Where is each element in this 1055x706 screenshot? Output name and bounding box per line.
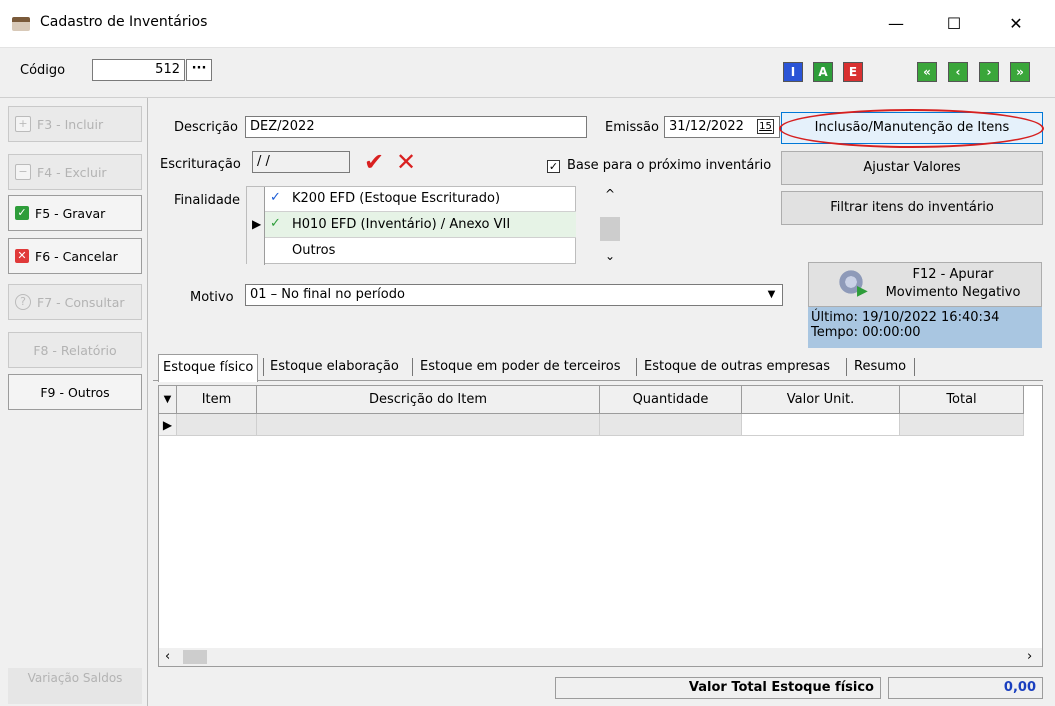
tab-separator (263, 358, 264, 376)
record-toolbar: Código 512 ··· I A E « ‹ › » (0, 48, 1055, 98)
tab-separator (846, 358, 847, 376)
chevron-down-icon[interactable]: ▼ (761, 285, 782, 305)
others-button[interactable]: F9 - Outros (8, 374, 142, 410)
cancel-button[interactable]: ✕ F6 - Cancelar (8, 238, 142, 274)
next-record-button[interactable]: › (979, 62, 999, 82)
motivo-label: Motivo (190, 290, 234, 305)
insert-mode-button[interactable]: I (783, 62, 803, 82)
grid-cell[interactable] (600, 414, 742, 436)
minimize-button[interactable]: — (873, 0, 919, 48)
tab-separator (914, 358, 915, 376)
variation-balances-button[interactable]: Variação Saldos (8, 668, 142, 704)
row-pointer-icon: ▶ (252, 217, 262, 231)
column-header-item[interactable]: Item (177, 386, 257, 414)
delete-button[interactable]: − F4 - Excluir (8, 154, 142, 190)
check-icon: ✓ (270, 190, 281, 205)
finalidade-item[interactable]: ✓ H010 EFD (Inventário) / Anexo VII (265, 212, 576, 238)
scroll-up-icon[interactable]: ^ (600, 187, 620, 201)
base-label: Base para o próximo inventário (567, 158, 772, 173)
clear-x-icon[interactable]: ✕ (396, 148, 416, 176)
play-icon: ▶ (857, 283, 868, 299)
title-bar: Cadastro de Inventários — ☐ ✕ (0, 0, 1055, 48)
maximize-button[interactable]: ☐ (931, 0, 977, 48)
sidebar: + F3 - Incluir − F4 - Excluir ✓ F5 - Gra… (0, 98, 148, 706)
plus-icon: + (15, 116, 31, 132)
scroll-left-icon[interactable]: ‹ (165, 649, 170, 664)
row-indicator-header: ▼ (159, 386, 177, 414)
window-title: Cadastro de Inventários (40, 14, 208, 30)
tab-estoque-elaboracao[interactable]: Estoque elaboração (266, 354, 403, 380)
codigo-lookup-button[interactable]: ··· (186, 59, 212, 81)
codigo-label: Código (20, 63, 66, 78)
first-record-button[interactable]: « (917, 62, 937, 82)
column-header-descricao[interactable]: Descrição do Item (257, 386, 600, 414)
finalidade-list: ▶ ✓ K200 EFD (Estoque Escriturado) ✓ H01… (246, 186, 576, 265)
finalidade-scrollbar[interactable]: ^ ⌄ (600, 187, 620, 265)
base-checkbox[interactable]: ✓ (547, 160, 560, 173)
total-label: Valor Total Estoque físico (555, 677, 881, 699)
highlight-ellipse (779, 109, 1044, 148)
escrituracao-field[interactable]: / / (252, 151, 350, 173)
query-button[interactable]: ? F7 - Consultar (8, 284, 142, 320)
grid-cell[interactable] (177, 414, 257, 436)
apuracao-status: Último: 19/10/2022 16:40:34 Tempo: 00:00… (808, 307, 1042, 348)
tab-estoque-fisico[interactable]: Estoque físico (158, 354, 259, 382)
motivo-select[interactable]: 01 – No final no período (245, 284, 783, 306)
tab-underline (153, 380, 1043, 381)
calendar-icon[interactable]: 15 (757, 119, 774, 134)
tab-resumo[interactable]: Resumo (850, 354, 910, 380)
help-icon: ? (15, 294, 31, 310)
scroll-right-icon[interactable]: › (1027, 649, 1032, 664)
column-header-total[interactable]: Total (900, 386, 1024, 414)
row-pointer-icon: ▶ (159, 414, 177, 436)
report-button[interactable]: F8 - Relatório (8, 332, 142, 368)
confirm-check-icon[interactable]: ✔ (364, 148, 384, 176)
previous-record-button[interactable]: ‹ (948, 62, 968, 82)
finalidade-label: Finalidade (174, 193, 241, 208)
ultimo-text: Último: 19/10/2022 16:40:34 (811, 310, 1000, 325)
total-value: 0,00 (888, 677, 1043, 699)
last-record-button[interactable]: » (1010, 62, 1030, 82)
grid-cell[interactable] (742, 414, 900, 436)
scroll-thumb[interactable] (600, 217, 620, 241)
descricao-label: Descrição (174, 120, 238, 135)
horizontal-scrollbar[interactable]: ‹ › (159, 648, 1042, 666)
filtrar-itens-button[interactable]: Filtrar itens do inventário (781, 191, 1043, 225)
include-button[interactable]: + F3 - Incluir (8, 106, 142, 142)
minus-icon: − (15, 164, 31, 180)
column-header-valor-unit[interactable]: Valor Unit. (742, 386, 900, 414)
column-header-quantidade[interactable]: Quantidade (600, 386, 742, 414)
tab-estoque-outras-empresas[interactable]: Estoque de outras empresas (640, 354, 834, 380)
tab-separator (412, 358, 413, 376)
scroll-thumb[interactable] (183, 650, 207, 664)
check-icon: ✓ (15, 206, 29, 220)
emissao-label: Emissão (605, 120, 659, 135)
check-icon: ✓ (270, 216, 281, 231)
tab-separator (636, 358, 637, 376)
finalidade-item[interactable]: Outros (265, 238, 576, 264)
ajustar-valores-button[interactable]: Ajustar Valores (781, 151, 1043, 185)
delete-mode-button[interactable]: E (843, 62, 863, 82)
codigo-field[interactable]: 512 (92, 59, 185, 81)
descricao-field[interactable]: DEZ/2022 (245, 116, 587, 138)
grid-cell[interactable] (257, 414, 600, 436)
save-button[interactable]: ✓ F5 - Gravar (8, 195, 142, 231)
finalidade-item[interactable]: ✓ K200 EFD (Estoque Escriturado) (265, 187, 576, 212)
grid-cell[interactable] (900, 414, 1024, 436)
items-grid[interactable]: ▼ Item Descrição do Item Quantidade Valo… (158, 385, 1043, 667)
escrituracao-label: Escrituração (160, 157, 241, 172)
apurar-movimento-button[interactable]: ▶ F12 - Apurar Movimento Negativo (808, 262, 1042, 307)
tempo-text: Tempo: 00:00:00 (811, 325, 921, 340)
alter-mode-button[interactable]: A (813, 62, 833, 82)
app-icon (12, 17, 30, 31)
scroll-down-icon[interactable]: ⌄ (600, 249, 620, 263)
close-window-button[interactable]: ✕ (993, 0, 1039, 48)
close-icon: ✕ (15, 249, 29, 263)
tab-estoque-terceiros[interactable]: Estoque em poder de terceiros (416, 354, 624, 380)
